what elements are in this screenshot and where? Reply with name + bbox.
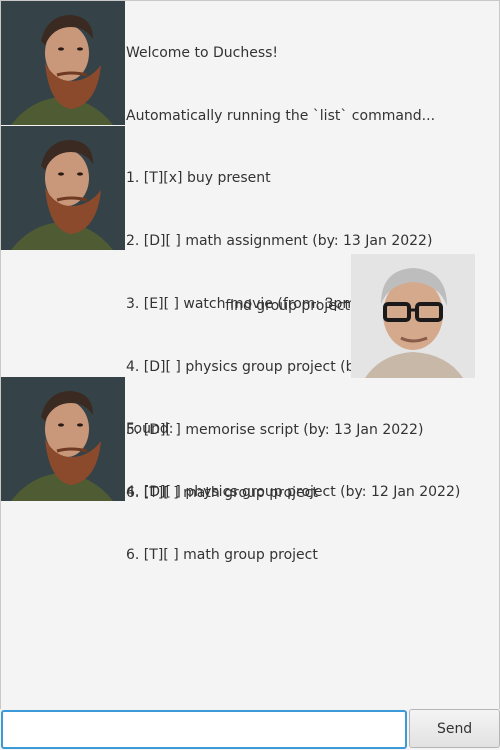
send-button[interactable]: Send <box>409 709 500 748</box>
command-input[interactable] <box>1 710 408 749</box>
message-line: find group project <box>225 298 350 314</box>
duchess-message: Found: 4. [D][ ] physics group project (… <box>1 377 460 608</box>
bearded-man-avatar <box>1 377 125 501</box>
message-line: Welcome to Duchess! <box>126 45 279 61</box>
duchess-message-text: Found: 4. [D][ ] physics group project (… <box>125 377 460 608</box>
task-list-item: 4. [D][ ] physics group project (by: 12 … <box>126 484 461 500</box>
message-line: Automatically running the `list` command… <box>126 108 436 124</box>
message-line: Found: <box>126 421 174 437</box>
older-man-glasses-avatar <box>351 254 475 378</box>
user-message: find group project <box>225 254 475 378</box>
bearded-man-avatar <box>1 126 125 250</box>
task-list-item: 6. [T][ ] math group project <box>126 547 318 563</box>
user-message-text: find group project <box>225 254 351 378</box>
task-list-item: 2. [D][ ] math assignment (by: 13 Jan 20… <box>126 233 433 249</box>
duchess-window: Welcome to Duchess! Automatically runnin… <box>0 0 500 750</box>
input-bar: Send <box>0 709 500 750</box>
bearded-man-avatar <box>1 1 125 125</box>
dialog-scroll-pane[interactable]: Welcome to Duchess! Automatically runnin… <box>0 0 500 709</box>
task-list-item: 1. [T][x] buy present <box>126 170 271 186</box>
